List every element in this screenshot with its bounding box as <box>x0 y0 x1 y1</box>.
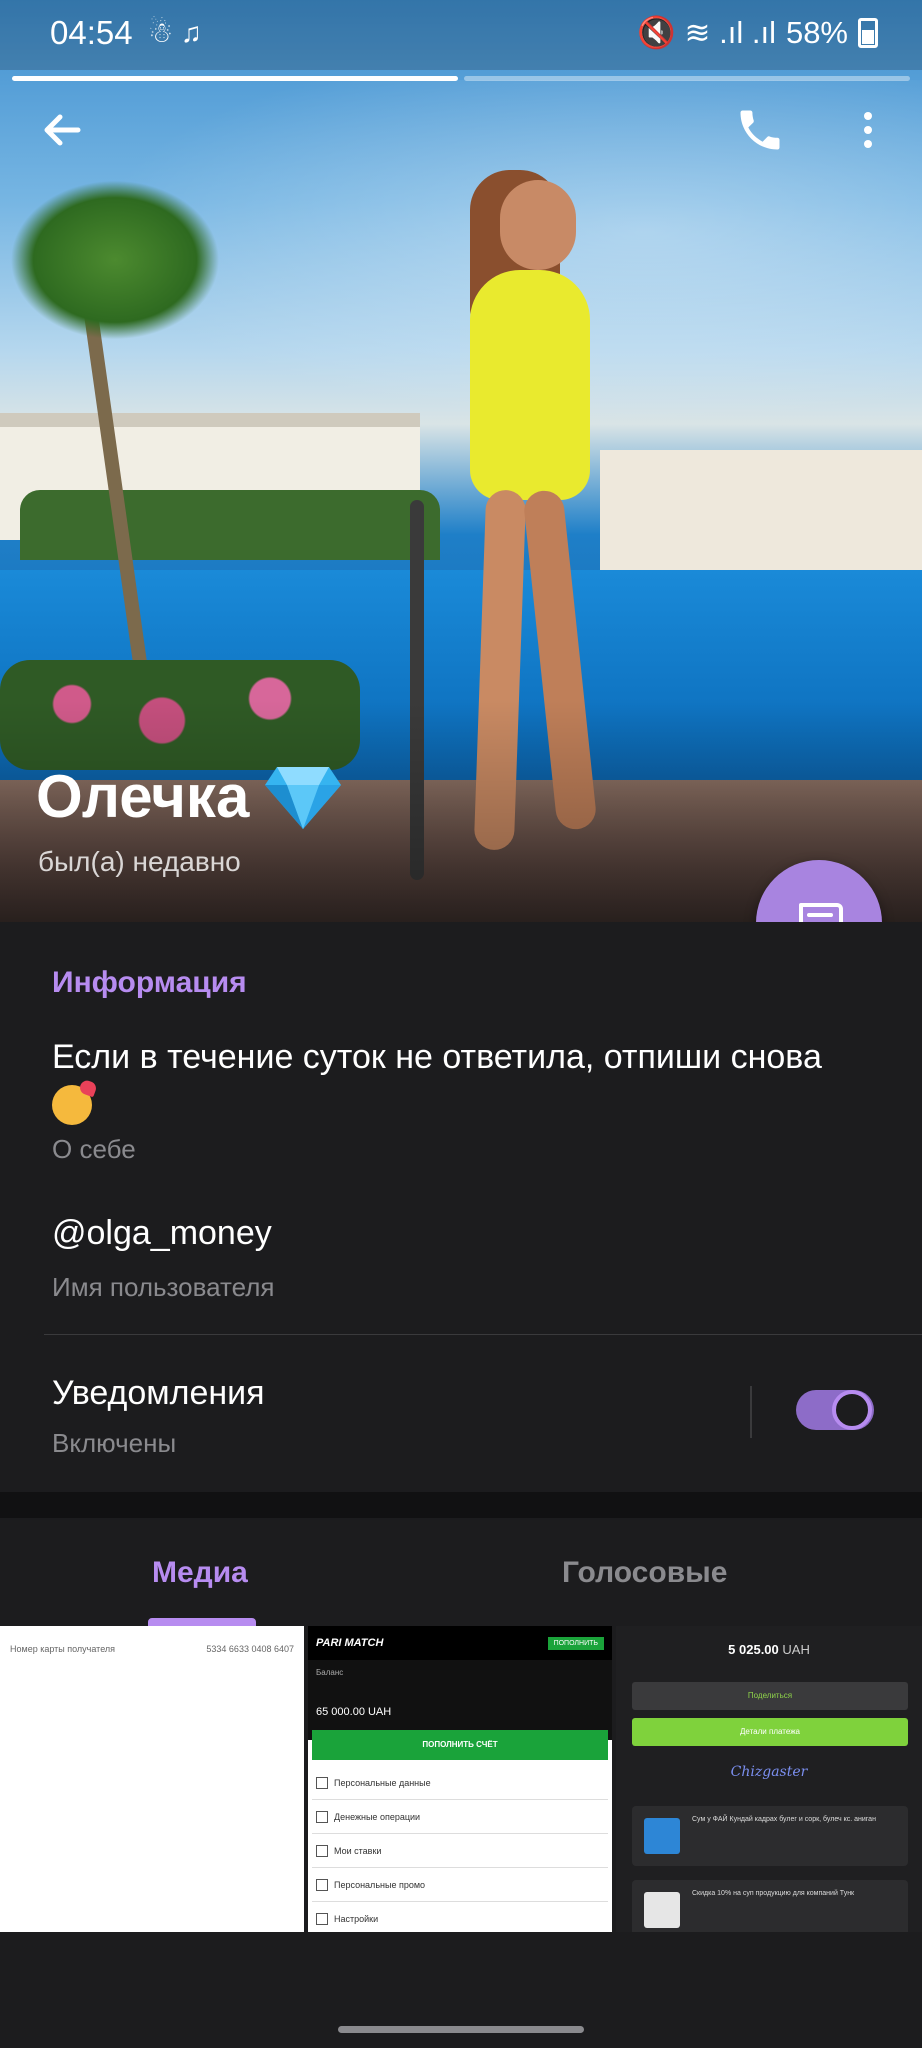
notifications-title[interactable]: Уведомления <box>52 1374 265 1413</box>
media-3-currency: UAH <box>782 1642 810 1657</box>
profile-name: Олечка <box>36 762 343 831</box>
signal-icons: 🔇 ≋ .ıl .ıl <box>637 15 776 50</box>
tab-media[interactable]: Медиа <box>152 1556 248 1590</box>
last-seen-status: был(а) недавно <box>38 846 241 877</box>
media-2-logo: PARI MATCH <box>316 1637 384 1649</box>
divider <box>44 1334 922 1335</box>
media-3-details: Детали платежа <box>632 1718 908 1746</box>
media-3-card: Скидка 10% на суп продукцию для компаний… <box>632 1880 908 1932</box>
media-3-amount: 5 025.00 <box>728 1642 779 1657</box>
call-button[interactable] <box>734 104 786 156</box>
photo-progress <box>12 76 910 81</box>
media-thumbnail[interactable]: 5 025.00 UAH Поделиться Детали платежа C… <box>616 1626 922 1932</box>
media-3-card: Сум у ФАЙ Кундай кадрах булег и сорк, бу… <box>632 1806 908 1866</box>
media-2-balance-value: 65 000.00 UAH <box>316 1706 392 1718</box>
media-2-menu-item: Персональные промо <box>312 1868 608 1902</box>
media-2-menu-item: Настройки <box>312 1902 608 1932</box>
tab-voice[interactable]: Голосовые <box>562 1556 727 1590</box>
media-2-balance-label: Баланс <box>316 1668 344 1677</box>
phone-icon <box>740 110 780 150</box>
media-1-row: Номер карты получателя 5334 6633 0408 64… <box>10 1644 294 1654</box>
media-thumbnail[interactable]: Номер карты получателя 5334 6633 0408 64… <box>0 1626 304 1932</box>
more-options-button[interactable] <box>848 104 888 156</box>
vertical-divider <box>750 1386 752 1438</box>
battery-icon <box>858 17 878 48</box>
photo-progress-segment <box>12 76 458 81</box>
active-tab-indicator <box>148 1618 256 1626</box>
profile-name-text: Олечка <box>36 763 250 830</box>
photo-progress-segment <box>464 76 910 81</box>
media-2-balance: Баланс 65 000.00 UAH <box>308 1660 612 1740</box>
status-time: 04:54 <box>50 14 133 51</box>
media-thumbnail[interactable]: PARI MATCH ПОПОЛНИТЬ Баланс 65 000.00 UA… <box>308 1626 612 1932</box>
media-2-menu-item: Мои ставки <box>312 1834 608 1868</box>
media-3-share: Поделиться <box>632 1682 908 1710</box>
notifications-state: Включены <box>52 1428 177 1458</box>
media-2-menu-item: Персональные данные <box>312 1766 608 1800</box>
username-label: Имя пользователя <box>52 1272 275 1302</box>
media-3-amount-row: 5 025.00 UAH <box>616 1642 922 1657</box>
photo-person-swimsuit <box>470 270 590 500</box>
section-gap <box>0 1492 922 1518</box>
info-section-title: Информация <box>52 966 247 999</box>
toggle-knob <box>832 1390 872 1430</box>
bio-label: О себе <box>52 1134 136 1164</box>
arrow-left-icon <box>44 114 81 146</box>
photo-palm-leaves <box>10 180 220 340</box>
back-button[interactable] <box>36 104 88 156</box>
battery-percent: 58% <box>785 14 848 50</box>
status-right: 🔇 ≋ .ıl .ıl 58% <box>637 14 878 51</box>
media-2-menu: Персональные данные Денежные операции Мо… <box>312 1766 608 1932</box>
media-2-topbar: PARI MATCH ПОПОЛНИТЬ <box>308 1626 612 1660</box>
bio-text: Если в течение суток не ответила, отпиши… <box>52 1038 822 1076</box>
notification-icons: ☃ ♫ <box>148 17 202 48</box>
photo-hedge <box>20 490 440 560</box>
media-1-right: 5334 6633 0408 6407 <box>206 1644 294 1654</box>
media-1-left: Номер карты получателя <box>10 1644 116 1654</box>
media-3-brand: Chizgaster <box>730 1764 808 1780</box>
notifications-toggle[interactable] <box>796 1390 874 1430</box>
home-indicator[interactable] <box>338 2026 584 2033</box>
photo-person-head <box>500 180 576 270</box>
diamond-icon <box>265 766 342 829</box>
bio-row[interactable]: Если в течение суток не ответила, отпиши… <box>52 1034 892 1126</box>
media-2-top-button: ПОПОЛНИТЬ <box>547 1636 604 1650</box>
media-2-menu-item: Денежные операции <box>312 1800 608 1834</box>
tab-bar <box>0 1518 922 1626</box>
kissing-face-emoji-icon <box>52 1085 92 1126</box>
username-value[interactable]: @olga_money <box>52 1214 272 1253</box>
media-2-green-button: ПОПОЛНИТЬ СЧЁТ <box>312 1730 608 1760</box>
more-vertical-icon <box>864 112 872 148</box>
